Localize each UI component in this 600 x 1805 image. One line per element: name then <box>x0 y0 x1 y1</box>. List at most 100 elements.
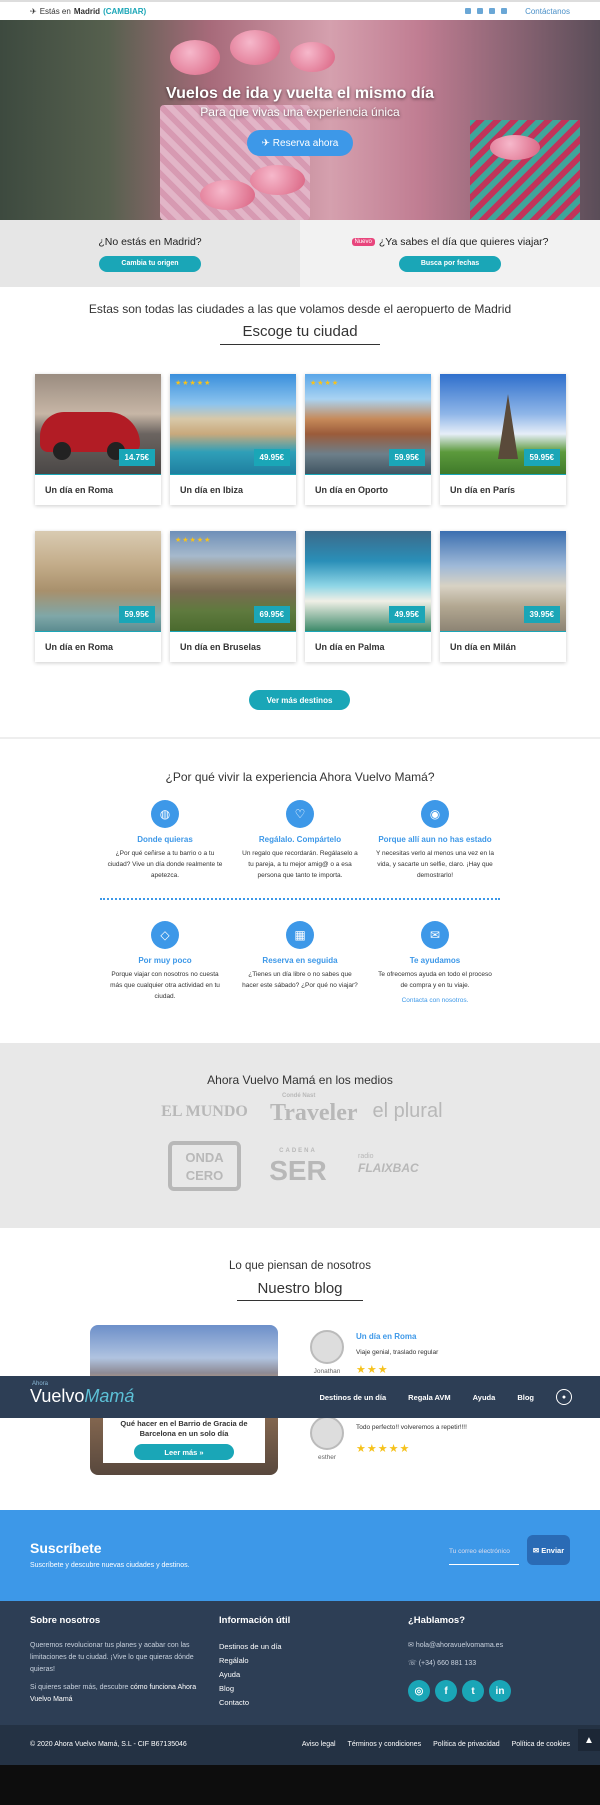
city-card[interactable]: 49.95€ Un día en Palma <box>305 531 431 662</box>
change-origin-title: ¿No estás en Madrid? <box>98 235 202 248</box>
linkedin-icon[interactable] <box>501 8 508 14</box>
nav-item-destinations[interactable]: Destinos de un día <box>319 1393 386 1402</box>
feature-item: ◉ Porque allí aun no has estado Y necesi… <box>375 800 495 881</box>
legal-notice-link[interactable]: Aviso legal <box>302 1741 336 1748</box>
review-author: esther <box>317 1454 337 1461</box>
heart-icon: ♡ <box>286 800 314 828</box>
feature-text: ¿Por qué ceñirse a tu barrio o a tu ciud… <box>107 850 223 879</box>
footer-about: Sobre nosotros Queremos revolucionar tus… <box>30 1615 200 1706</box>
send-button[interactable]: ✉ Enviar <box>527 1535 570 1565</box>
footer-contact: ¿Hablamos? ✉ hola@ahoravuelvomama.es ☏ (… <box>408 1615 578 1702</box>
topbar-right: Contáctanos <box>465 7 570 16</box>
feature-text: Te ofrecemos ayuda en todo el proceso de… <box>378 971 492 989</box>
city-price: 39.95€ <box>523 606 560 623</box>
change-origin-button[interactable]: Cambia tu origen <box>99 255 201 272</box>
avatar <box>310 1330 344 1364</box>
instagram-icon[interactable] <box>465 8 472 14</box>
feature-title: Donde quieras <box>137 835 193 844</box>
footer-info-title: Información útil <box>219 1615 291 1626</box>
rating-stars: ★★★ <box>356 1364 389 1376</box>
nav-item-gift[interactable]: Regala AVM <box>408 1393 451 1402</box>
city-card[interactable]: 14.75€ Un día en Roma <box>35 374 161 505</box>
more-destinations-button[interactable]: Ver más destinos <box>249 690 350 710</box>
subscribe-title: Suscríbete <box>30 1540 102 1556</box>
nav-item-help[interactable]: Ayuda <box>473 1393 496 1402</box>
city-card[interactable]: ★★★★★ 49.95€ Un día en Ibiza <box>170 374 296 505</box>
dotted-divider <box>100 898 500 900</box>
twitter-icon[interactable] <box>489 8 496 14</box>
card-accent <box>170 631 296 632</box>
send-label: Enviar <box>541 1545 565 1555</box>
el-mundo-logo: EL MUNDO <box>161 1103 248 1120</box>
contact-us-link[interactable]: Contacta con nosotros. <box>375 995 495 1006</box>
cookies-link[interactable]: Política de cookies <box>512 1741 570 1748</box>
mail-icon: ✉ <box>408 1642 416 1649</box>
plane-icon: ✈ <box>30 6 37 16</box>
divider <box>237 1300 363 1301</box>
footer-link-gift[interactable]: Regálalo <box>219 1654 369 1668</box>
feature-text: Porque viajar con nosotros no cuesta más… <box>110 971 220 1000</box>
city-card[interactable]: 39.95€ Un día en Milán <box>440 531 566 662</box>
facebook-icon[interactable] <box>477 8 484 14</box>
hero-macaron <box>290 42 335 72</box>
footer-info: Información útil Destinos de un día Regá… <box>219 1615 369 1710</box>
nav-item-blog[interactable]: Blog <box>517 1393 534 1402</box>
feature-text: Un regalo que recordarán. Regálaselo a t… <box>242 850 358 879</box>
reserve-now-button[interactable]: ✈ Reserva ahora <box>247 130 353 156</box>
phone-icon: ☏ <box>408 1660 419 1667</box>
traveler-logo: Traveler <box>270 1100 358 1126</box>
instagram-icon[interactable]: ◎ <box>408 1680 430 1702</box>
city-card[interactable]: 59.95€ Un día en París <box>440 374 566 505</box>
review-text: Todo perfecto!! volveremos a repetir!!!! <box>356 1424 467 1431</box>
city-name: Un día en Roma <box>45 642 114 652</box>
footer-link-destinations[interactable]: Destinos de un día <box>219 1640 369 1654</box>
city-price: 59.95€ <box>388 449 425 466</box>
calendar-icon: ▦ <box>286 921 314 949</box>
site-logo[interactable]: Ahora VuelvoMamá <box>30 1381 134 1407</box>
terms-link[interactable]: Términos y condiciones <box>348 1741 422 1748</box>
city-name: Un día en Palma <box>315 642 385 652</box>
footer-email[interactable]: hola@ahoravuelvomama.es <box>416 1642 503 1649</box>
facebook-icon[interactable]: f <box>435 1680 457 1702</box>
cities-subheading: Escoge tu ciudad <box>242 323 358 340</box>
feature-title: Porque allí aun no has estado <box>378 835 492 844</box>
linkedin-icon[interactable]: in <box>489 1680 511 1702</box>
footer-link-blog[interactable]: Blog <box>219 1682 369 1696</box>
feature-item: ✉ Te ayudamos Te ofrecemos ayuda en todo… <box>375 921 495 1006</box>
scroll-top-icon[interactable]: ▲ <box>578 1729 600 1751</box>
hero-title: Vuelos de ida y vuelta el mismo día <box>166 85 434 102</box>
contact-link[interactable]: Contáctanos <box>525 7 570 16</box>
city-name: Un día en Ibiza <box>180 485 244 495</box>
search-dates-button[interactable]: Busca por fechas <box>398 255 502 272</box>
twitter-icon[interactable]: t <box>462 1680 484 1702</box>
privacy-link[interactable]: Política de privacidad <box>433 1741 500 1748</box>
city-card[interactable]: ★★★★ 59.95€ Un día en Oporto <box>305 374 431 505</box>
city-price: 59.95€ <box>523 449 560 466</box>
city-name: Un día en Bruselas <box>180 642 262 652</box>
el-plural-logo: el plural <box>372 1100 443 1122</box>
footer-about-title: Sobre nosotros <box>30 1615 101 1626</box>
review-title[interactable]: Un día en Roma <box>356 1332 416 1341</box>
footer-link-contact[interactable]: Contacto <box>219 1696 369 1710</box>
flaixbac-logo: FLAIXBAC <box>358 1161 419 1175</box>
city-card[interactable]: ★★★★★ 69.95€ Un día en Bruselas <box>170 531 296 662</box>
read-more-button[interactable]: Leer más » <box>134 1444 234 1460</box>
search-dates-title: ¿Ya sabes el día que quieres viajar? <box>378 235 549 248</box>
feature-item: ◍ Donde quieras ¿Por qué ceñirse a tu ba… <box>105 800 225 881</box>
hero-macaron <box>170 40 220 75</box>
email-input[interactable]: Tu correo electrónico <box>449 1540 519 1565</box>
user-icon[interactable]: ● <box>556 1389 572 1405</box>
footer-phone[interactable]: (+34) 660 881 133 <box>419 1660 476 1667</box>
cadena-label: CADENA <box>279 1148 317 1154</box>
review-text: Viaje genial, traslado regular <box>356 1349 439 1356</box>
card-accent <box>305 631 431 632</box>
feature-item: ◇ Por muy poco Porque viajar con nosotro… <box>105 921 225 1002</box>
city-card[interactable]: 59.95€ Un día en Roma <box>35 531 161 662</box>
blog-heading: Lo que piensan de nosotros <box>229 1260 371 1272</box>
footer-link-help[interactable]: Ayuda <box>219 1668 369 1682</box>
footer-contact-title: ¿Hablamos? <box>408 1615 466 1626</box>
change-location-link[interactable]: (CAMBIAR) <box>103 7 146 16</box>
feature-text: Y necesitas verlo al menos una vez en la… <box>375 850 495 879</box>
divider <box>220 344 380 345</box>
search-dates-panel: Nuevo ¿Ya sabes el día que quieres viajar… <box>300 220 600 287</box>
